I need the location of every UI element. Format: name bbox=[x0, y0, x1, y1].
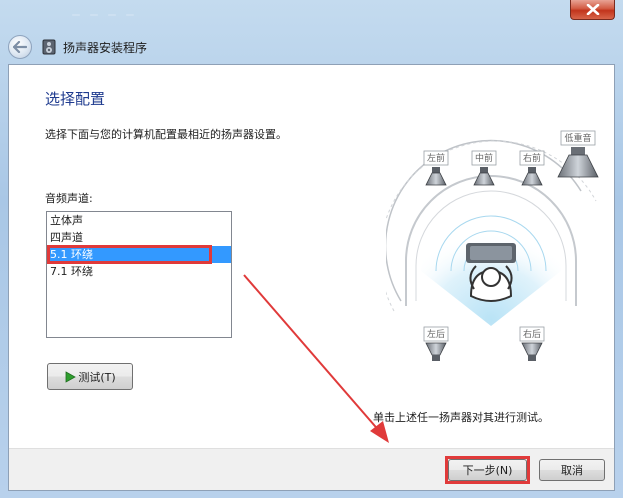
close-button[interactable] bbox=[570, 0, 615, 20]
speaker-app-icon bbox=[42, 39, 56, 55]
background-tab bbox=[90, 14, 98, 16]
window-title: 扬声器安装程序 bbox=[63, 40, 148, 55]
navigation-bar: 扬声器安装程序 bbox=[8, 32, 615, 62]
window-frame: 扬声器安装程序 选择配置 选择下面与您的计算机配置最相近的扬声器设置。 音频声道… bbox=[0, 0, 623, 498]
background-tab bbox=[126, 14, 134, 16]
background-tab bbox=[72, 14, 80, 16]
background-tab bbox=[108, 14, 116, 16]
close-icon bbox=[586, 4, 599, 15]
dialog-content: 选择配置 选择下面与您的计算机配置最相近的扬声器设置。 音频声道: 立体声 四声… bbox=[8, 64, 615, 491]
back-button[interactable] bbox=[8, 35, 32, 59]
background-window-tabs bbox=[60, 0, 282, 30]
back-arrow-icon bbox=[13, 41, 27, 53]
annotation-arrow bbox=[243, 274, 389, 443]
